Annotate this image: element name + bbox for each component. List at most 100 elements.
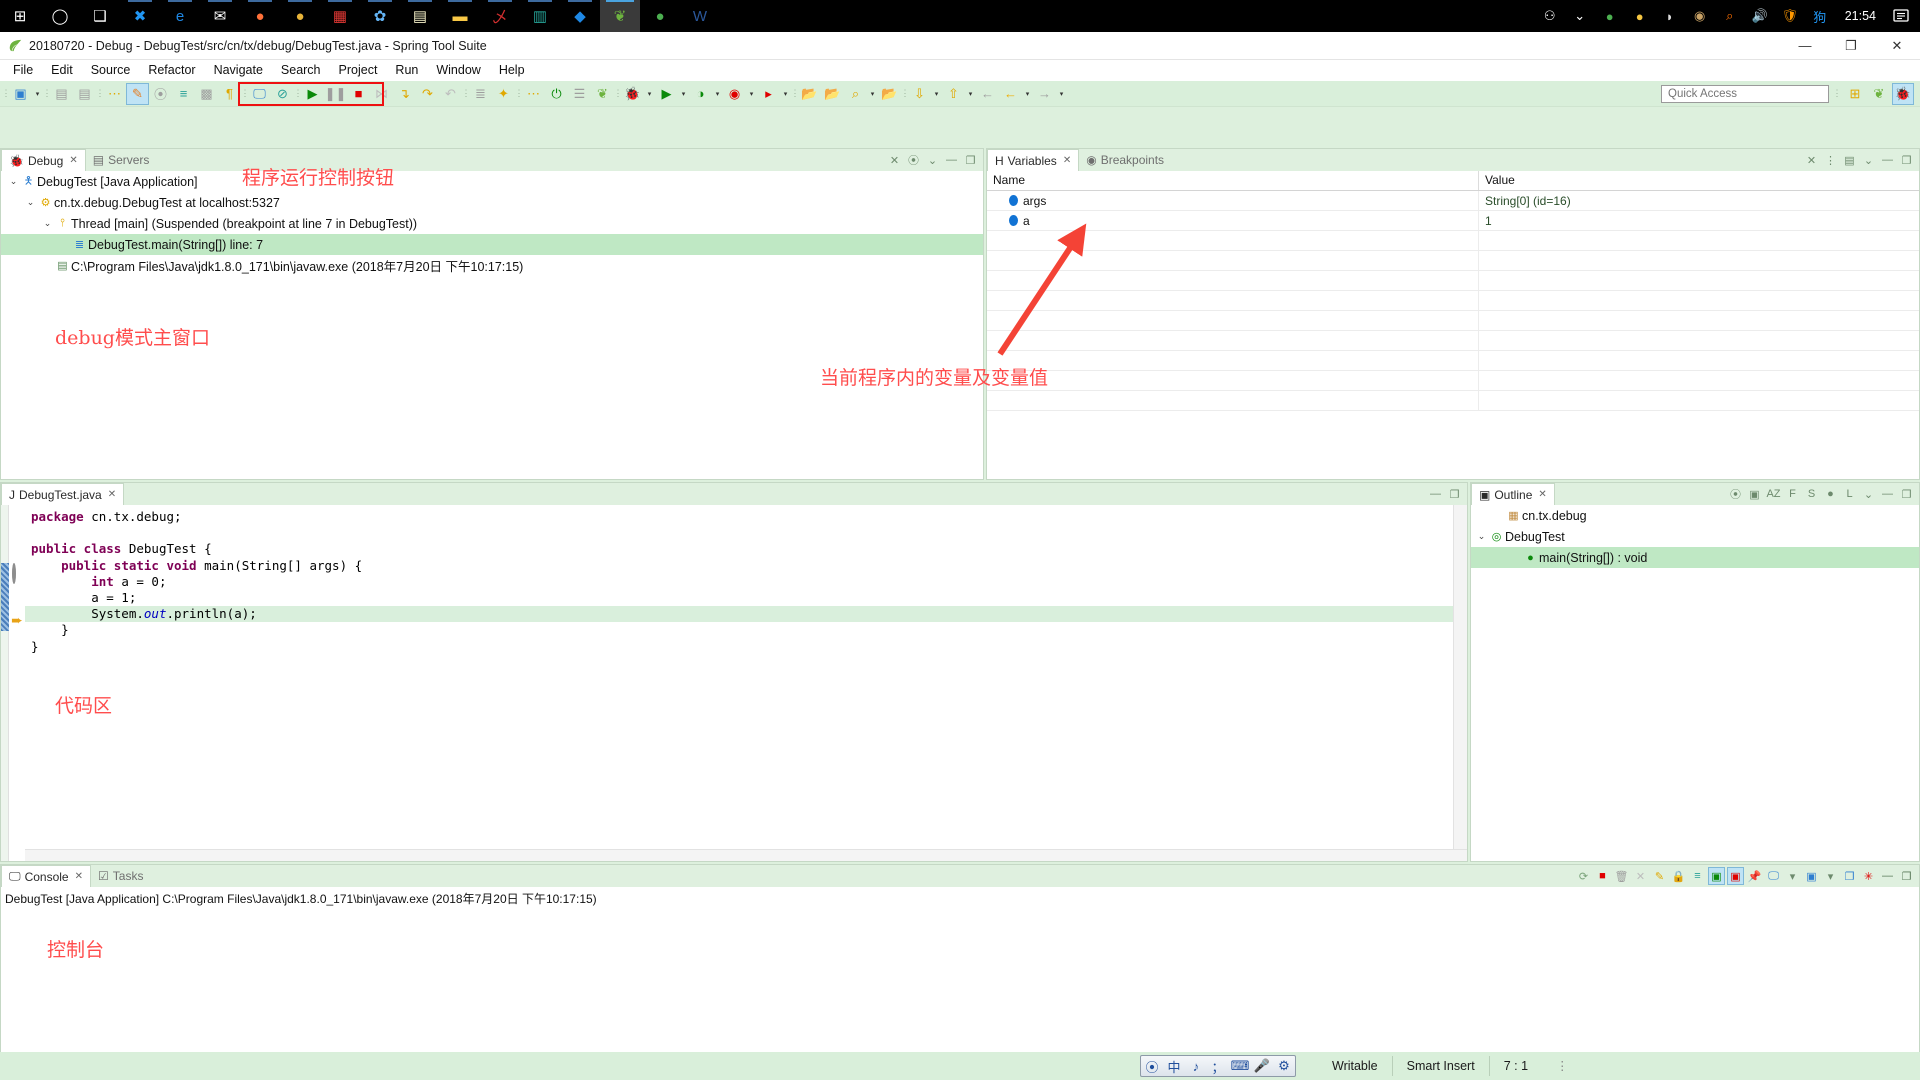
terminate-icon[interactable]: ■	[1594, 867, 1611, 885]
outline-row[interactable]: ⌄ ◎ DebugTest	[1471, 526, 1919, 547]
code-text[interactable]: package cn.tx.debug; public class DebugTe…	[25, 505, 1467, 861]
tree-row[interactable]: ▤ C:\Program Files\Java\jdk1.8.0_171\bin\…	[1, 255, 983, 276]
ime-punct-icon[interactable]: ；	[1207, 1056, 1229, 1076]
tab-outline[interactable]: ▣ Outline ✕	[1471, 483, 1555, 505]
word-wrap-button[interactable]: ≡	[172, 83, 195, 105]
toolbar-grip[interactable]: ⋮	[96, 85, 105, 102]
editor-marker-column[interactable]: ➨	[9, 505, 25, 861]
block-selection-button[interactable]: ▩	[195, 83, 218, 105]
close-button[interactable]: ✕	[1874, 32, 1920, 60]
open-task-button[interactable]: 📂	[878, 83, 901, 105]
qq-tray-icon[interactable]: ●	[1625, 0, 1655, 32]
show-whitespace-button[interactable]: ¶	[218, 83, 241, 105]
debug-as-button-dropdown[interactable]: ▾	[644, 83, 655, 105]
open-console-icon[interactable]: ▣	[1803, 867, 1820, 885]
maximize-icon[interactable]: ❐	[1446, 485, 1463, 503]
close-icon[interactable]: ✕	[75, 871, 83, 882]
edit-highlight-button[interactable]: ✎	[126, 82, 149, 105]
table-row[interactable]: args String[0] (id=16)	[987, 191, 1919, 211]
ime-voice-icon[interactable]: 🎤	[1251, 1056, 1273, 1076]
breakpoint-icon[interactable]	[12, 563, 16, 584]
hide-non-public-icon[interactable]: ●	[1822, 485, 1839, 503]
focus-on-active-task-icon[interactable]: ⦿	[1727, 485, 1744, 503]
source-lookup-button[interactable]: ≣	[469, 83, 492, 105]
new-java-class-button[interactable]: 📂	[821, 83, 844, 105]
ime-chinese-icon[interactable]: 中	[1163, 1056, 1185, 1076]
forward-yellow-button-dropdown[interactable]: ▾	[1022, 83, 1033, 105]
collapse-all-icon[interactable]: ✕	[1803, 151, 1820, 169]
toolbar-grip[interactable]: ⋮	[294, 85, 303, 102]
boot-dashboard-button[interactable]: ⋯	[522, 83, 545, 105]
run-last-button-dropdown[interactable]: ▾	[780, 83, 791, 105]
red-app-icon[interactable]: ▦	[320, 0, 360, 32]
new-java-package-button[interactable]: 📂	[798, 83, 821, 105]
ime-toolbar[interactable]: ⦿ 中 ♪； ⌨ 🎤 ⚙	[1140, 1055, 1296, 1077]
blue-diamond-icon[interactable]: ◆	[560, 0, 600, 32]
twisty-icon[interactable]: ⌄	[1475, 531, 1488, 542]
toolbar-grip[interactable]: ⋮	[1833, 85, 1842, 102]
paint-icon[interactable]: ✿	[360, 0, 400, 32]
resume-button[interactable]: ▶	[301, 83, 324, 105]
display-selected-console-icon-dropdown[interactable]: ▾	[1784, 867, 1801, 885]
maximize-icon[interactable]: ❐	[1898, 867, 1915, 885]
toggle-breadcrumb-button[interactable]: ⋯	[103, 83, 126, 105]
twisty-icon[interactable]: ⌄	[41, 218, 54, 229]
ime-settings-icon[interactable]: ⚙	[1273, 1056, 1295, 1076]
tree-row[interactable]: ≣ DebugTest.main(String[]) line: 7	[1, 234, 983, 255]
previous-annotation-button-dropdown[interactable]: ▾	[965, 83, 976, 105]
remove-launch-icon[interactable]: 🗑	[1613, 867, 1630, 885]
vscode-icon[interactable]: ✖	[120, 0, 160, 32]
menu-project[interactable]: Project	[330, 60, 387, 81]
debug-as-button[interactable]: 🐞	[621, 83, 644, 105]
scroll-lock-icon[interactable]: 🔒	[1670, 867, 1687, 885]
terminate-button[interactable]: ■	[347, 83, 370, 105]
maximize-button[interactable]: ❐	[1828, 32, 1874, 60]
run-as-button[interactable]: ▶	[655, 83, 678, 105]
spring-tool-suite-icon[interactable]: ❦	[600, 0, 640, 32]
outline-tree[interactable]: ▦ cn.tx.debug ⌄ ◎ DebugTest ● main(String[]) :…	[1471, 505, 1919, 861]
tree-row[interactable]: ⌄ 🯅 DebugTest [Java Application]	[1, 171, 983, 192]
maximize-icon[interactable]: ❐	[962, 151, 979, 169]
skip-breakpoints-button[interactable]: ⊘	[271, 83, 294, 105]
twisty-icon[interactable]: ⌄	[24, 197, 37, 208]
menu-edit[interactable]: Edit	[42, 60, 82, 81]
run-last-button[interactable]: ▸	[757, 83, 780, 105]
focus-button[interactable]: ⦿	[149, 83, 172, 105]
toolbar-grip[interactable]: ⋮	[901, 85, 910, 102]
menu-search[interactable]: Search	[272, 60, 330, 81]
close-icon[interactable]: ✕	[69, 155, 77, 166]
sogou-icon[interactable]: 狗	[1805, 0, 1835, 32]
view-menu-icon[interactable]: ⦿	[905, 151, 922, 169]
editor-vertical-scrollbar[interactable]	[1453, 505, 1467, 861]
save-all-button[interactable]: ▤	[73, 83, 96, 105]
remove-all-terminated-icon[interactable]: ✕	[1632, 867, 1649, 885]
display-selected-console-icon[interactable]: 🖵	[1765, 867, 1782, 885]
copy-icon[interactable]: ❐	[1841, 867, 1858, 885]
hide-fields-icon[interactable]: F	[1784, 485, 1801, 503]
close-icon[interactable]: ✕	[108, 489, 116, 500]
search-button[interactable]: ⌕	[844, 83, 867, 105]
close-icon[interactable]: ✕	[1063, 155, 1071, 166]
toolbar-grip[interactable]: ⋮	[515, 85, 524, 102]
pin-console-icon[interactable]: 📌	[1746, 867, 1763, 885]
suspend-button[interactable]: ❚❚	[324, 83, 347, 105]
cortana-icon[interactable]: ◯	[40, 0, 80, 32]
menu-run[interactable]: Run	[386, 60, 427, 81]
show-hidden-icons-chevron[interactable]: ⌄	[1565, 0, 1595, 32]
search-tray-icon[interactable]: ⌕	[1715, 0, 1745, 32]
spring-power-button[interactable]: ⏻	[545, 83, 568, 105]
mail-icon[interactable]: ✉	[200, 0, 240, 32]
sort-icon[interactable]: AZ	[1765, 485, 1782, 503]
back-history-button[interactable]: ←	[976, 83, 999, 105]
shield-icon[interactable]: 🛡	[1775, 0, 1805, 32]
view-chevron-icon[interactable]: ⌄	[924, 151, 941, 169]
volume-icon[interactable]: 🔊	[1745, 0, 1775, 32]
clear-icon[interactable]: ✳	[1860, 867, 1877, 885]
people-icon[interactable]: ⚇	[1535, 0, 1565, 32]
view-chevron-icon[interactable]: ⌄	[1860, 151, 1877, 169]
outline-row[interactable]: ● main(String[]) : void	[1471, 547, 1919, 568]
peach-app-icon[interactable]: ●	[280, 0, 320, 32]
coverage-button[interactable]: ◉	[723, 83, 746, 105]
firefox-icon[interactable]: ●	[240, 0, 280, 32]
maximize-icon[interactable]: ❐	[1898, 151, 1915, 169]
